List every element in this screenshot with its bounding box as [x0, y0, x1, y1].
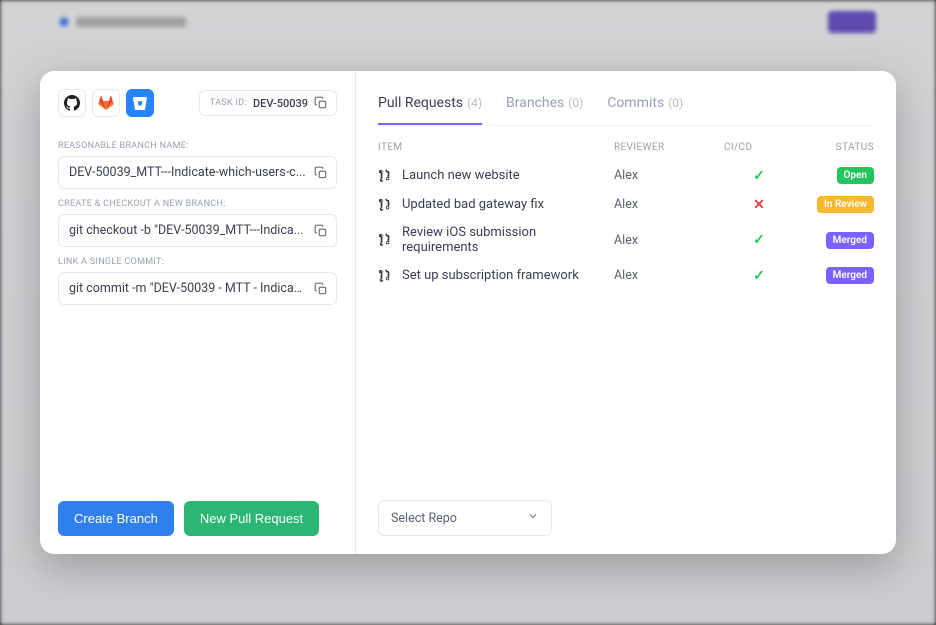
pr-item: Launch new website [378, 168, 614, 183]
branch-name-value: DEV-50039_MTT---Indicate-which-users-c..… [69, 165, 306, 180]
pr-ci: ✓ [724, 268, 794, 284]
pr-reviewer: Alex [614, 233, 724, 248]
ci-fail-icon: ✕ [753, 197, 765, 213]
pr-item: Updated bad gateway fix [378, 197, 614, 212]
pr-title: Review iOS submission requirements [402, 225, 614, 255]
ci-pass-icon: ✓ [753, 232, 765, 248]
bitbucket-icon[interactable] [126, 89, 154, 117]
git-integration-modal: TASK ID: DEV-50039 REASONABLE BRANCH NAM… [40, 71, 896, 554]
copy-icon[interactable] [314, 224, 328, 238]
copy-icon[interactable] [314, 96, 328, 110]
status-badge: In Review [817, 196, 874, 213]
commit-value: git commit -m "DEV-50039 - MTT - Indicat… [69, 281, 306, 296]
status-badge: Merged [826, 232, 874, 249]
table-row[interactable]: Updated bad gateway fix Alex ✕ In Review [378, 190, 874, 219]
pr-status: In Review [794, 196, 874, 213]
copy-icon[interactable] [314, 282, 328, 296]
github-icon[interactable] [58, 89, 86, 117]
col-item: ITEM [378, 142, 614, 153]
gitlab-icon[interactable] [92, 89, 120, 117]
tab-count: (0) [668, 96, 683, 110]
tab-label: Pull Requests [378, 95, 463, 111]
checkout-field: git checkout -b "DEV-50039_MTT---Indica.… [58, 214, 337, 247]
ci-pass-icon: ✓ [753, 268, 765, 284]
task-id-box: TASK ID: DEV-50039 [199, 90, 337, 116]
tab-label: Commits [607, 95, 664, 111]
task-id-value: DEV-50039 [253, 97, 308, 110]
commit-field: git commit -m "DEV-50039 - MTT - Indicat… [58, 272, 337, 305]
commit-label: LINK A SINGLE COMMIT: [58, 257, 337, 267]
table-header: ITEM REVIEWER CI/CD STATUS [378, 138, 874, 161]
tabs: Pull Requests (4) Branches (0) Commits (… [378, 89, 874, 126]
pr-status: Open [794, 167, 874, 184]
pr-reviewer: Alex [614, 168, 724, 183]
tab-label: Branches [506, 95, 564, 111]
pr-ci: ✕ [724, 197, 794, 213]
pr-title: Set up subscription framework [402, 268, 579, 283]
task-id-label: TASK ID: [210, 98, 247, 108]
status-badge: Open [837, 167, 875, 184]
copy-icon[interactable] [314, 166, 328, 180]
col-reviewer: REVIEWER [614, 142, 724, 153]
pr-reviewer: Alex [614, 268, 724, 283]
pr-title: Updated bad gateway fix [402, 197, 544, 212]
right-pane: Pull Requests (4) Branches (0) Commits (… [356, 71, 896, 554]
new-pull-request-button[interactable]: New Pull Request [184, 501, 319, 536]
col-cicd: CI/CD [724, 142, 794, 153]
create-branch-button[interactable]: Create Branch [58, 501, 174, 536]
table-row[interactable]: Launch new website Alex ✓ Open [378, 161, 874, 190]
status-badge: Merged [826, 267, 874, 284]
pr-item: Review iOS submission requirements [378, 225, 614, 255]
table-row[interactable]: Review iOS submission requirementsAlex ✓ M… [378, 219, 874, 261]
pr-reviewer: Alex [614, 197, 724, 212]
pr-item: Set up subscription framework [378, 268, 614, 283]
tab-count: (0) [568, 96, 583, 110]
checkout-label: CREATE & CHECKOUT A NEW BRANCH: [58, 199, 337, 209]
left-pane: TASK ID: DEV-50039 REASONABLE BRANCH NAM… [40, 71, 356, 554]
ci-pass-icon: ✓ [753, 168, 765, 184]
chevron-down-icon [527, 510, 539, 526]
select-repo-dropdown[interactable]: Select Repo [378, 500, 552, 536]
tab-commits[interactable]: Commits (0) [607, 89, 683, 125]
pr-ci: ✓ [724, 232, 794, 248]
pr-table-body: Launch new website Alex ✓ Open Updated bad g… [378, 161, 874, 290]
pr-status: Merged [794, 232, 874, 249]
branch-name-label: REASONABLE BRANCH NAME: [58, 141, 337, 151]
branch-name-field: DEV-50039_MTT---Indicate-which-users-c..… [58, 156, 337, 189]
select-repo-label: Select Repo [391, 511, 457, 526]
col-status: STATUS [794, 142, 874, 153]
checkout-value: git checkout -b "DEV-50039_MTT---Indica.… [69, 223, 304, 238]
tab-branches[interactable]: Branches (0) [506, 89, 583, 125]
table-row[interactable]: Set up subscription framework Alex ✓ Merged [378, 261, 874, 290]
pr-status: Merged [794, 267, 874, 284]
tab-count: (4) [467, 96, 482, 110]
tab-pull-requests[interactable]: Pull Requests (4) [378, 89, 482, 125]
pr-ci: ✓ [724, 168, 794, 184]
pr-title: Launch new website [402, 168, 520, 183]
integration-icons [58, 89, 154, 117]
